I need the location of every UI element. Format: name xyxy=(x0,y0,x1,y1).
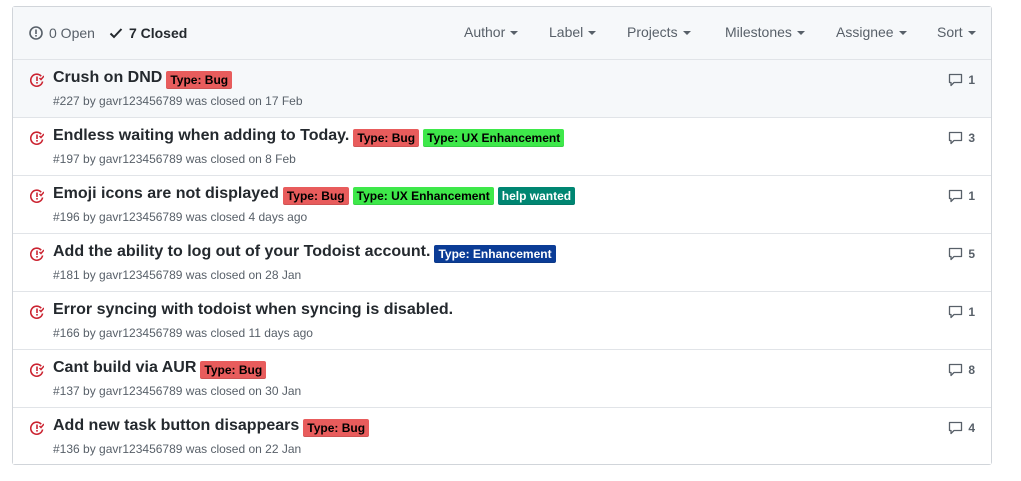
issue-closed-icon xyxy=(29,72,45,93)
issue-title-link[interactable]: Cant build via AUR xyxy=(53,359,196,377)
comment-count: 3 xyxy=(968,131,975,145)
filter-label-label: Label xyxy=(549,24,584,40)
issue-label[interactable]: Type: Bug xyxy=(353,129,420,147)
issue-title-line: Crush on DND Type: Bug xyxy=(53,69,233,89)
filter-assignee[interactable]: Assignee xyxy=(836,24,907,40)
issue-row: Emoji icons are not displayed Type: Bug Ty… xyxy=(13,176,991,234)
issue-label[interactable]: help wanted xyxy=(497,187,576,205)
issue-meta: #181 by gavr123456789 was closed on 28 J… xyxy=(53,268,302,282)
comment-count: 1 xyxy=(968,189,975,203)
comment-icon xyxy=(948,305,968,319)
comment-icon xyxy=(948,247,968,261)
issue-closed-icon xyxy=(29,130,45,151)
comments-link[interactable]: 1 xyxy=(948,73,975,87)
issue-meta: #197 by gavr123456789 was closed on 8 Fe… xyxy=(53,152,296,166)
comment-icon xyxy=(948,189,968,203)
filter-projects[interactable]: Projects xyxy=(627,24,691,40)
filter-author-label: Author xyxy=(464,24,506,40)
issue-meta: #166 by gavr123456789 was closed 11 days… xyxy=(53,326,313,340)
issue-title-line: Add the ability to log out of your Todoi… xyxy=(53,243,556,263)
issue-closed-icon xyxy=(29,362,45,383)
caret-down-icon xyxy=(510,31,519,35)
issue-row: Add the ability to log out of your Todoi… xyxy=(13,234,991,292)
comments-link[interactable]: 5 xyxy=(948,247,975,261)
issue-row: Error syncing with todoist when syncing … xyxy=(13,292,991,350)
issue-title-link[interactable]: Emoji icons are not displayed xyxy=(53,185,279,203)
issues-header: 0 Open 7 Closed Author Label Projects Miles… xyxy=(13,7,991,60)
issue-meta: #137 by gavr123456789 was closed on 30 J… xyxy=(53,384,302,398)
comment-count: 1 xyxy=(968,305,975,319)
issue-title-link[interactable]: Endless waiting when adding to Today. xyxy=(53,127,349,145)
issue-label[interactable]: Type: Enhancement xyxy=(434,245,556,263)
issue-title-link[interactable]: Error syncing with todoist when syncing … xyxy=(53,301,453,319)
issue-label[interactable]: Type: Bug xyxy=(303,419,370,437)
issue-closed-icon xyxy=(29,188,45,209)
caret-down-icon xyxy=(588,31,597,35)
filter-projects-label: Projects xyxy=(627,24,678,40)
filter-milestones[interactable]: Milestones xyxy=(725,24,805,40)
comment-icon xyxy=(948,363,968,377)
comment-icon xyxy=(948,73,968,87)
comments-link[interactable]: 1 xyxy=(948,189,975,203)
filter-milestones-label: Milestones xyxy=(725,24,792,40)
issue-closed-icon xyxy=(29,420,45,441)
issue-title-line: Endless waiting when adding to Today. Typ… xyxy=(53,127,565,147)
filter-label[interactable]: Label xyxy=(549,24,597,40)
filter-sort-label: Sort xyxy=(937,24,963,40)
issue-row: Add new task button disappears Type: Bug #… xyxy=(13,408,991,464)
caret-down-icon xyxy=(682,31,691,35)
comment-count: 8 xyxy=(968,363,975,377)
issue-label[interactable]: Type: UX Enhancement xyxy=(352,187,494,205)
issue-title-line: Error syncing with todoist when syncing … xyxy=(53,301,453,319)
issue-title-link[interactable]: Crush on DND xyxy=(53,69,162,87)
issue-row: Cant build via AUR Type: Bug #137 by gavr1… xyxy=(13,350,991,408)
issue-meta: #227 by gavr123456789 was closed on 17 F… xyxy=(53,94,303,108)
issue-meta: #196 by gavr123456789 was closed 4 days … xyxy=(53,210,308,224)
issue-title-line: Cant build via AUR Type: Bug xyxy=(53,359,267,379)
issue-row: Endless waiting when adding to Today. Typ… xyxy=(13,118,991,176)
issue-list: Crush on DND Type: Bug #227 by gavr1234567… xyxy=(13,60,991,464)
issue-label[interactable]: Type: UX Enhancement xyxy=(423,129,565,147)
issue-row: Crush on DND Type: Bug #227 by gavr1234567… xyxy=(13,60,991,118)
filter-author[interactable]: Author xyxy=(464,24,519,40)
issue-closed-icon xyxy=(29,246,45,267)
comments-link[interactable]: 3 xyxy=(948,131,975,145)
issue-label[interactable]: Type: Bug xyxy=(166,71,233,89)
comments-link[interactable]: 8 xyxy=(948,363,975,377)
filter-bar: Author Label Projects Milestones Assignee Sor… xyxy=(13,7,991,59)
caret-down-icon xyxy=(796,31,805,35)
issue-label[interactable]: Type: Bug xyxy=(200,361,267,379)
filter-assignee-label: Assignee xyxy=(836,24,894,40)
comment-icon xyxy=(948,131,968,145)
comment-count: 4 xyxy=(968,421,975,435)
filter-sort[interactable]: Sort xyxy=(937,24,976,40)
comment-count: 5 xyxy=(968,247,975,261)
issue-meta: #136 by gavr123456789 was closed on 22 J… xyxy=(53,442,302,456)
issue-title-line: Add new task button disappears Type: Bug xyxy=(53,417,370,437)
issue-title-link[interactable]: Add new task button disappears xyxy=(53,417,299,435)
comments-link[interactable]: 4 xyxy=(948,421,975,435)
issue-title-line: Emoji icons are not displayed Type: Bug Ty… xyxy=(53,185,576,205)
comment-count: 1 xyxy=(968,73,975,87)
caret-down-icon xyxy=(967,31,976,35)
issue-label[interactable]: Type: Bug xyxy=(282,187,349,205)
issues-box: 0 Open 7 Closed Author Label Projects Miles… xyxy=(12,6,992,465)
caret-down-icon xyxy=(898,31,907,35)
issue-title-link[interactable]: Add the ability to log out of your Todoi… xyxy=(53,243,430,261)
comments-link[interactable]: 1 xyxy=(948,305,975,319)
issue-closed-icon xyxy=(29,304,45,325)
comment-icon xyxy=(948,421,968,435)
